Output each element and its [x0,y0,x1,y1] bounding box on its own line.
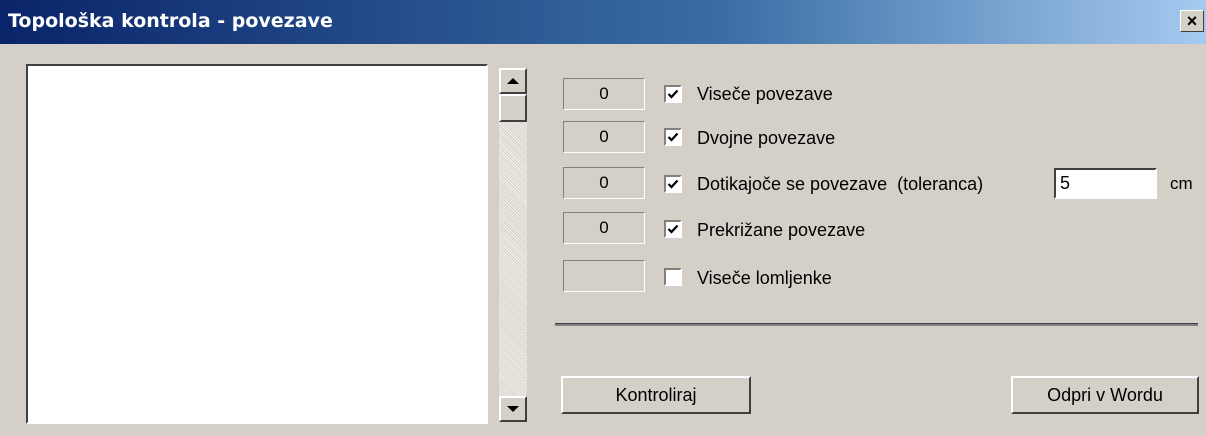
title-bar: Topološka kontrola - povezave × [0,0,1206,44]
checkmark-icon [667,132,679,142]
checkmark-icon [667,179,679,189]
count-crossing-edges: 0 [563,212,645,244]
count-touching-edges: 0 [563,167,645,199]
scroll-up-button[interactable] [499,68,527,94]
count-dangling-polylines [563,260,645,292]
open-in-word-button[interactable]: Odpri v Wordu [1011,376,1199,414]
label-dangling-polylines: Viseče lomljenke [697,268,832,288]
count-dangling-edges: 0 [563,78,645,110]
checkbox-duplicate-edges[interactable] [664,128,682,146]
window-title: Topološka kontrola - povezave [8,10,333,32]
checkmark-icon [667,89,679,99]
close-button[interactable]: × [1180,10,1204,32]
separator-line [555,323,1198,326]
chevron-down-icon [507,406,519,412]
label-touching-edges: Dotikajoče se povezave (toleranca) [697,174,984,194]
checkbox-dangling-edges[interactable] [664,85,682,103]
label-dangling-edges: Viseče povezave [697,84,833,104]
checkmark-icon [667,224,679,234]
vertical-scrollbar[interactable] [499,68,527,422]
tolerance-unit: cm [1170,174,1193,193]
count-duplicate-edges: 0 [563,121,645,153]
checkbox-touching-edges[interactable] [664,175,682,193]
label-duplicate-edges: Dvojne povezave [697,128,836,148]
checkbox-dangling-polylines[interactable] [664,268,682,286]
chevron-up-icon [507,78,519,84]
check-button[interactable]: Kontroliraj [561,376,751,414]
label-crossing-edges: Prekrižane povezave [697,220,866,240]
results-listbox[interactable] [26,64,488,424]
tolerance-input[interactable]: 5 [1054,168,1157,199]
scroll-thumb[interactable] [499,94,527,122]
checkbox-crossing-edges[interactable] [664,220,682,238]
scroll-down-button[interactable] [499,396,527,422]
close-icon: × [1186,11,1198,31]
